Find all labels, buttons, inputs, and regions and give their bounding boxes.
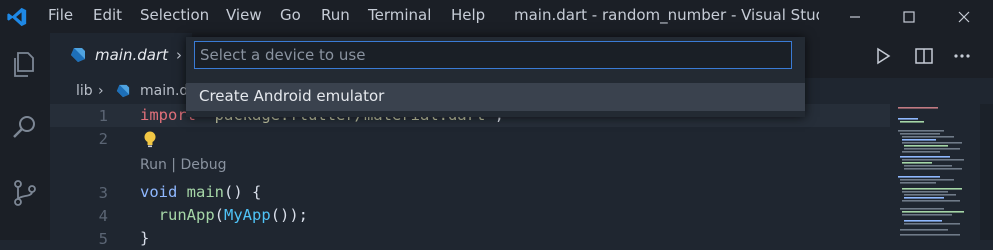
dart-icon [71, 48, 85, 62]
function-call: runApp [158, 206, 215, 224]
line-text: void main() { [140, 183, 261, 201]
close-icon [958, 11, 970, 22]
code-line: 3 void main() { [50, 181, 890, 204]
search-icon[interactable] [9, 111, 41, 143]
lightbulb-icon[interactable] [142, 130, 158, 148]
minimap[interactable] [890, 104, 980, 240]
close-button[interactable] [941, 0, 987, 33]
keyword: void [140, 183, 178, 201]
window-title: main.dart - random_number - Visual Studi… [514, 6, 819, 24]
vscode-logo-icon [7, 7, 27, 27]
menu-selection[interactable]: Selection [140, 6, 209, 24]
maximize-button[interactable] [886, 0, 932, 33]
chevron-right-icon: › [176, 46, 182, 64]
more-actions-icon[interactable] [951, 45, 973, 67]
chevron-right-icon: › [98, 83, 104, 99]
maximize-icon [903, 10, 915, 23]
menu-go[interactable]: Go [280, 6, 301, 24]
device-search-input[interactable] [194, 41, 792, 69]
punctuation: ()); [270, 206, 309, 224]
line-text: runApp(MyApp()); [140, 206, 308, 224]
code-line: 2 [50, 127, 890, 150]
device-quick-pick: Create Android emulator [186, 37, 805, 117]
code-line: 5 } [50, 227, 890, 250]
codelens-run-debug[interactable]: Run | Debug [140, 157, 227, 173]
files-icon[interactable] [9, 49, 41, 81]
menu-file[interactable]: File [48, 6, 73, 24]
punctuation: ( [214, 206, 225, 224]
activity-bar [0, 33, 50, 240]
minimize-icon [850, 15, 860, 18]
line-number: 1 [98, 107, 108, 125]
line-number: 2 [98, 130, 108, 148]
line-number: 5 [98, 230, 108, 248]
quick-pick-item-create-emulator[interactable]: Create Android emulator [186, 83, 805, 111]
menu-view[interactable]: View [226, 6, 262, 24]
vertical-scrollbar[interactable] [980, 104, 993, 240]
minimize-button[interactable] [832, 0, 878, 33]
function-name: main [186, 183, 224, 201]
source-control-icon[interactable] [9, 177, 41, 209]
tab-label: main.dart [95, 46, 169, 64]
breadcrumb-folder[interactable]: lib [76, 83, 93, 99]
punctuation: () { [224, 183, 262, 201]
line-number: 4 [98, 207, 108, 225]
menu-terminal[interactable]: Terminal [368, 6, 431, 24]
title-bar: File Edit Selection View Go Run Terminal… [0, 0, 993, 33]
line-text: } [140, 229, 150, 247]
tab-main-dart[interactable]: main.dart › [50, 33, 192, 78]
breadcrumb-file[interactable]: main.d [140, 83, 188, 99]
menu-edit[interactable]: Edit [93, 6, 122, 24]
menu-help[interactable]: Help [451, 6, 485, 24]
run-icon[interactable] [872, 45, 894, 67]
class-name: MyApp [224, 206, 271, 224]
dart-icon [116, 84, 130, 98]
quick-pick-item-label: Create Android emulator [199, 87, 385, 105]
line-number: 3 [98, 184, 108, 202]
code-line: 4 runApp(MyApp()); [50, 204, 890, 227]
menu-run[interactable]: Run [321, 6, 350, 24]
split-editor-icon[interactable] [913, 45, 935, 67]
